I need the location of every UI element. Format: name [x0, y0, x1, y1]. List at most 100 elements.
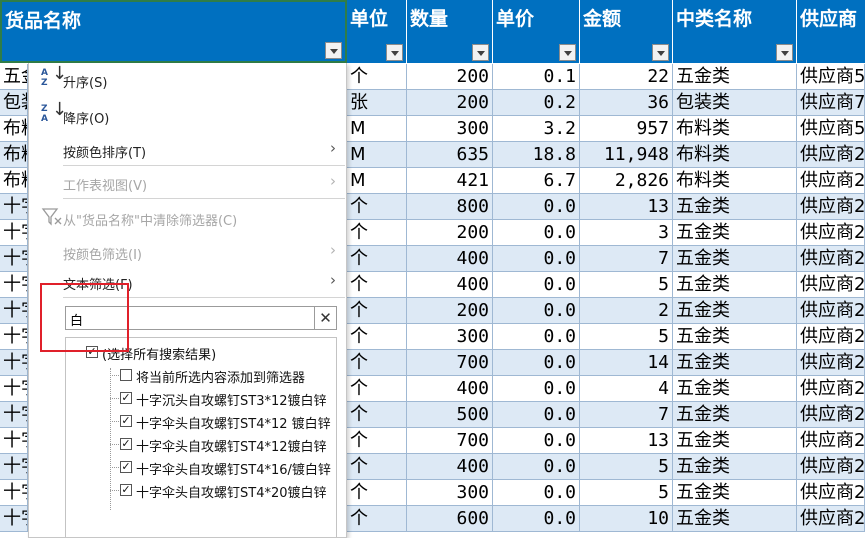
cell-price[interactable]: 0.0 — [493, 194, 580, 220]
cell-unit[interactable]: 个 — [347, 376, 407, 402]
cell-amount[interactable]: 5 — [580, 480, 673, 506]
filter-dropdown-button[interactable] — [652, 44, 669, 61]
cell-name[interactable]: 十字 — [0, 246, 28, 272]
filter-list-item[interactable]: ✓ 十字伞头自攻螺钉ST4*20镀白锌 — [66, 479, 336, 501]
cell-cat[interactable]: 五金类 — [673, 376, 797, 402]
cell-cat[interactable]: 五金类 — [673, 402, 797, 428]
cell-price[interactable]: 18.8 — [493, 142, 580, 168]
cell-unit[interactable]: 个 — [347, 506, 407, 532]
filter-list-item[interactable]: ✓ 十字伞头自攻螺钉ST4*12 镀白锌 — [66, 410, 336, 432]
cell-unit[interactable]: 张 — [347, 90, 407, 116]
cell-name[interactable]: 十字 — [0, 428, 28, 454]
cell-name[interactable]: 布料 — [0, 116, 28, 142]
cell-price[interactable]: 3.2 — [493, 116, 580, 142]
cell-amount[interactable]: 14 — [580, 350, 673, 376]
cell-name[interactable]: 十字 — [0, 480, 28, 506]
cell-qty[interactable]: 400 — [407, 272, 493, 298]
cell-price[interactable]: 0.0 — [493, 480, 580, 506]
cell-amount[interactable]: 10 — [580, 506, 673, 532]
cell-cat[interactable]: 五金类 — [673, 64, 797, 90]
cell-amount[interactable]: 13 — [580, 194, 673, 220]
cell-price[interactable]: 0.0 — [493, 220, 580, 246]
cell-amount[interactable]: 957 — [580, 116, 673, 142]
cell-qty[interactable]: 421 — [407, 168, 493, 194]
filter-dropdown-button[interactable] — [559, 44, 576, 61]
menu-sort-descending[interactable]: Z A ↓ 降序(O) — [29, 101, 346, 131]
cell-qty[interactable]: 400 — [407, 246, 493, 272]
cell-cat[interactable]: 五金类 — [673, 480, 797, 506]
cell-sup[interactable]: 供应商2 — [797, 402, 865, 428]
header-unit-price[interactable]: 单价 — [493, 0, 580, 63]
cell-unit[interactable]: 个 — [347, 324, 407, 350]
cell-price[interactable]: 0.1 — [493, 64, 580, 90]
filter-list-item[interactable]: 将当前所选内容添加到筛选器 — [66, 364, 336, 386]
cell-amount[interactable]: 7 — [580, 402, 673, 428]
cell-amount[interactable]: 7 — [580, 246, 673, 272]
cell-amount[interactable]: 36 — [580, 90, 673, 116]
cell-name[interactable]: 十字 — [0, 272, 28, 298]
cell-sup[interactable]: 供应商2 — [797, 428, 865, 454]
filter-list-item[interactable]: ✓ 十字伞头自攻螺钉ST4*16/镀白锌 — [66, 456, 336, 478]
cell-sup[interactable]: 供应商2 — [797, 324, 865, 350]
cell-unit[interactable]: 个 — [347, 246, 407, 272]
cell-amount[interactable]: 2,826 — [580, 168, 673, 194]
cell-cat[interactable]: 布料类 — [673, 116, 797, 142]
cell-unit[interactable]: M — [347, 168, 407, 194]
cell-sup[interactable]: 供应商2 — [797, 480, 865, 506]
cell-sup[interactable]: 供应商2 — [797, 220, 865, 246]
cell-qty[interactable]: 200 — [407, 298, 493, 324]
cell-amount[interactable]: 5 — [580, 272, 673, 298]
cell-name[interactable]: 十字 — [0, 402, 28, 428]
cell-unit[interactable]: 个 — [347, 272, 407, 298]
menu-sort-by-color[interactable]: 按颜色排序(T) › — [29, 135, 346, 165]
cell-name[interactable]: 十字 — [0, 220, 28, 246]
cell-qty[interactable]: 500 — [407, 402, 493, 428]
cell-unit[interactable]: 个 — [347, 194, 407, 220]
cell-sup[interactable]: 供应商2 — [797, 298, 865, 324]
cell-name[interactable]: 十字 — [0, 324, 28, 350]
cell-cat[interactable]: 布料类 — [673, 142, 797, 168]
cell-unit[interactable]: 个 — [347, 454, 407, 480]
filter-list-item[interactable]: ✓ 十字伞头自攻螺钉ST4*12镀白锌 — [66, 433, 336, 455]
cell-qty[interactable]: 300 — [407, 480, 493, 506]
cell-price[interactable]: 0.0 — [493, 506, 580, 532]
cell-name[interactable]: 十字 — [0, 454, 28, 480]
filter-dropdown-button[interactable] — [325, 42, 342, 59]
cell-unit[interactable]: 个 — [347, 64, 407, 90]
cell-price[interactable]: 0.2 — [493, 90, 580, 116]
cell-cat[interactable]: 五金类 — [673, 246, 797, 272]
cell-price[interactable]: 0.0 — [493, 350, 580, 376]
cell-qty[interactable]: 200 — [407, 64, 493, 90]
checkbox-checked[interactable]: ✓ — [120, 461, 132, 473]
cell-price[interactable]: 0.0 — [493, 454, 580, 480]
cell-sup[interactable]: 供应商2 — [797, 246, 865, 272]
cell-sup[interactable]: 供应商2 — [797, 506, 865, 532]
cell-cat[interactable]: 五金类 — [673, 194, 797, 220]
cell-price[interactable]: 6.7 — [493, 168, 580, 194]
cell-cat[interactable]: 五金类 — [673, 324, 797, 350]
cell-name[interactable]: 五金 — [0, 64, 28, 90]
filter-dropdown-button[interactable] — [776, 44, 793, 61]
cell-cat[interactable]: 布料类 — [673, 168, 797, 194]
cell-cat[interactable]: 五金类 — [673, 454, 797, 480]
cell-unit[interactable]: 个 — [347, 220, 407, 246]
cell-qty[interactable]: 800 — [407, 194, 493, 220]
cell-unit[interactable]: 个 — [347, 428, 407, 454]
cell-price[interactable]: 0.0 — [493, 376, 580, 402]
cell-unit[interactable]: 个 — [347, 402, 407, 428]
cell-name[interactable]: 十字 — [0, 506, 28, 532]
cell-qty[interactable]: 300 — [407, 116, 493, 142]
cell-cat[interactable]: 五金类 — [673, 506, 797, 532]
cell-cat[interactable]: 五金类 — [673, 298, 797, 324]
cell-qty[interactable]: 200 — [407, 90, 493, 116]
cell-name[interactable]: 布料 — [0, 168, 28, 194]
cell-price[interactable]: 0.0 — [493, 298, 580, 324]
cell-unit[interactable]: 个 — [347, 350, 407, 376]
cell-name[interactable]: 十字 — [0, 350, 28, 376]
cell-unit[interactable]: M — [347, 142, 407, 168]
cell-name[interactable]: 十字 — [0, 376, 28, 402]
cell-amount[interactable]: 2 — [580, 298, 673, 324]
cell-amount[interactable]: 11,948 — [580, 142, 673, 168]
cell-amount[interactable]: 3 — [580, 220, 673, 246]
cell-sup[interactable]: 供应商2 — [797, 142, 865, 168]
